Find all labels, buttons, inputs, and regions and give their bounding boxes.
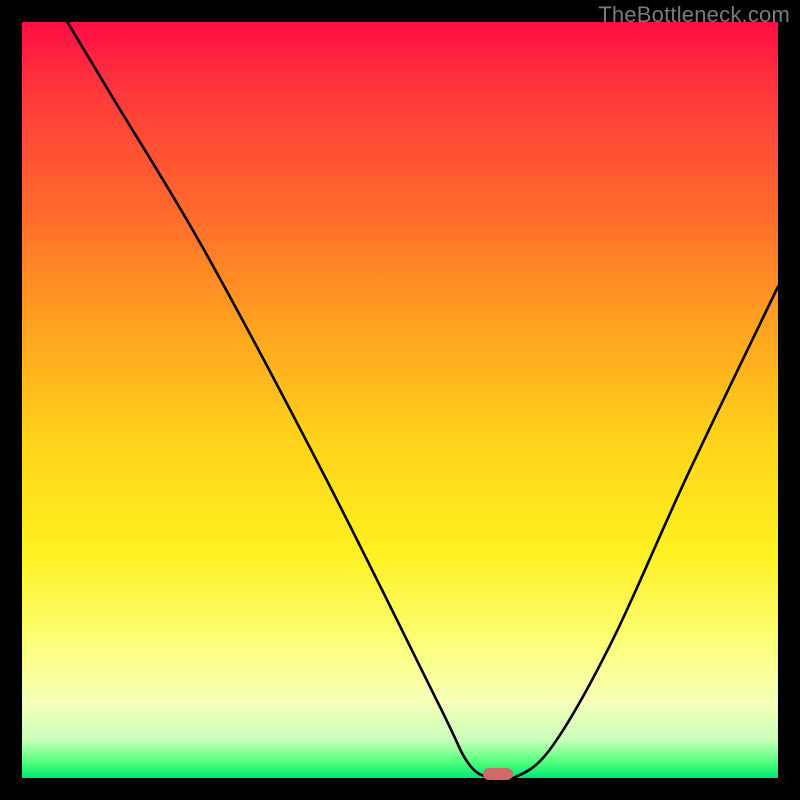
plot-area bbox=[22, 22, 778, 778]
bottleneck-curve bbox=[22, 22, 778, 778]
chart-frame: TheBottleneck.com bbox=[0, 0, 800, 800]
minimum-marker bbox=[483, 768, 513, 780]
